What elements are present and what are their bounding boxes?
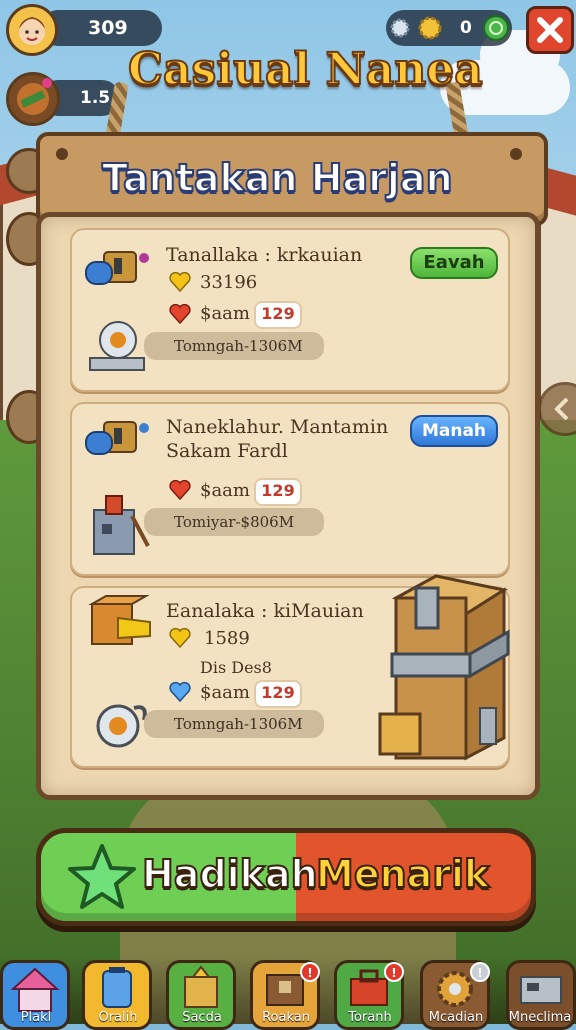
nav-label: Oralih [98,1010,138,1025]
nav-label: Mneclima [508,1010,572,1025]
resource-bar: 0 [386,10,512,46]
game-title: Casiual Nanea [127,43,484,96]
crate-icon [184,965,218,1008]
red-heart-icon [169,479,191,501]
currency-count: 0 [460,18,472,38]
pipe-machine-icon [85,421,149,455]
hearts-label: $aam [200,303,250,324]
chevron-left-icon [554,397,569,421]
jar-icon [102,967,132,1008]
level-value: 1.5 [80,88,111,108]
coin-count: 309 [88,17,128,39]
cube-drill-icon [88,595,151,645]
board-title: Tantakan Harjan [101,155,454,201]
nav-label: Mcadian [428,1010,484,1025]
item-name: Eanalaka : kiMauian [166,600,364,622]
item-name-line1: Naneklahur. Mantamin [166,416,389,438]
action-button[interactable]: Manah [410,415,498,447]
pipe-machine-icon [85,251,149,285]
hearts-value: 129 [254,478,302,506]
coin-counter: 309 [40,10,162,46]
hearts-value: 129 [254,301,302,329]
item-note: Dis Des8 [200,658,272,677]
gear-icon[interactable] [388,16,412,40]
machine-icon [520,976,562,1004]
scroll-right-button[interactable] [538,382,576,436]
notification-badge: ! [384,962,404,982]
gear-machine-icon [96,704,147,748]
close-icon [537,17,563,43]
nav-label: Plakl [20,1010,52,1025]
red-heart-icon [169,303,191,325]
progress-label: Tomiyar-$806M [144,508,324,536]
notification-badge: ! [300,962,320,982]
hammer-icon [17,78,52,115]
action-button[interactable]: Eavah [410,247,498,279]
close-button[interactable] [526,6,574,54]
gem-icon [483,15,509,41]
progress-label: Tomngah-1306M [144,710,324,738]
nav-label: Toranh [348,1010,392,1025]
gold-heart-icon [169,627,191,649]
avatar-face-icon [19,17,45,45]
gold-gear-icon [418,16,442,40]
item-name-line2: Sakam Fardl [166,440,288,462]
cta-text-part1: Hadikah [141,851,319,897]
nav-label: Roakan [262,1010,310,1025]
blue-heart-icon [169,681,191,703]
nail [56,148,68,160]
hearts-label: $aam [200,682,250,703]
hearts-value: 129 [254,680,302,708]
gold-heart-icon [169,271,191,293]
level-badge[interactable] [6,72,60,126]
nav-label: Sacda [182,1010,222,1025]
target-machine-icon [89,321,145,371]
gold-value: 1589 [204,628,250,649]
press-machine-icon [93,495,150,555]
wooden-crate-icon [378,574,510,761]
progress-label: Tomngah-1306M [144,332,324,360]
notification-badge: ! [470,962,490,982]
cta-text-part2: Menarik [315,851,490,897]
nail [510,148,522,160]
house-icon [10,967,60,1012]
star-icon [68,844,136,909]
item-name: Tanallaka : krkauian [166,244,363,266]
gold-value: 33196 [200,272,258,293]
hearts-label: $aam [200,480,250,501]
player-avatar[interactable] [6,4,58,56]
